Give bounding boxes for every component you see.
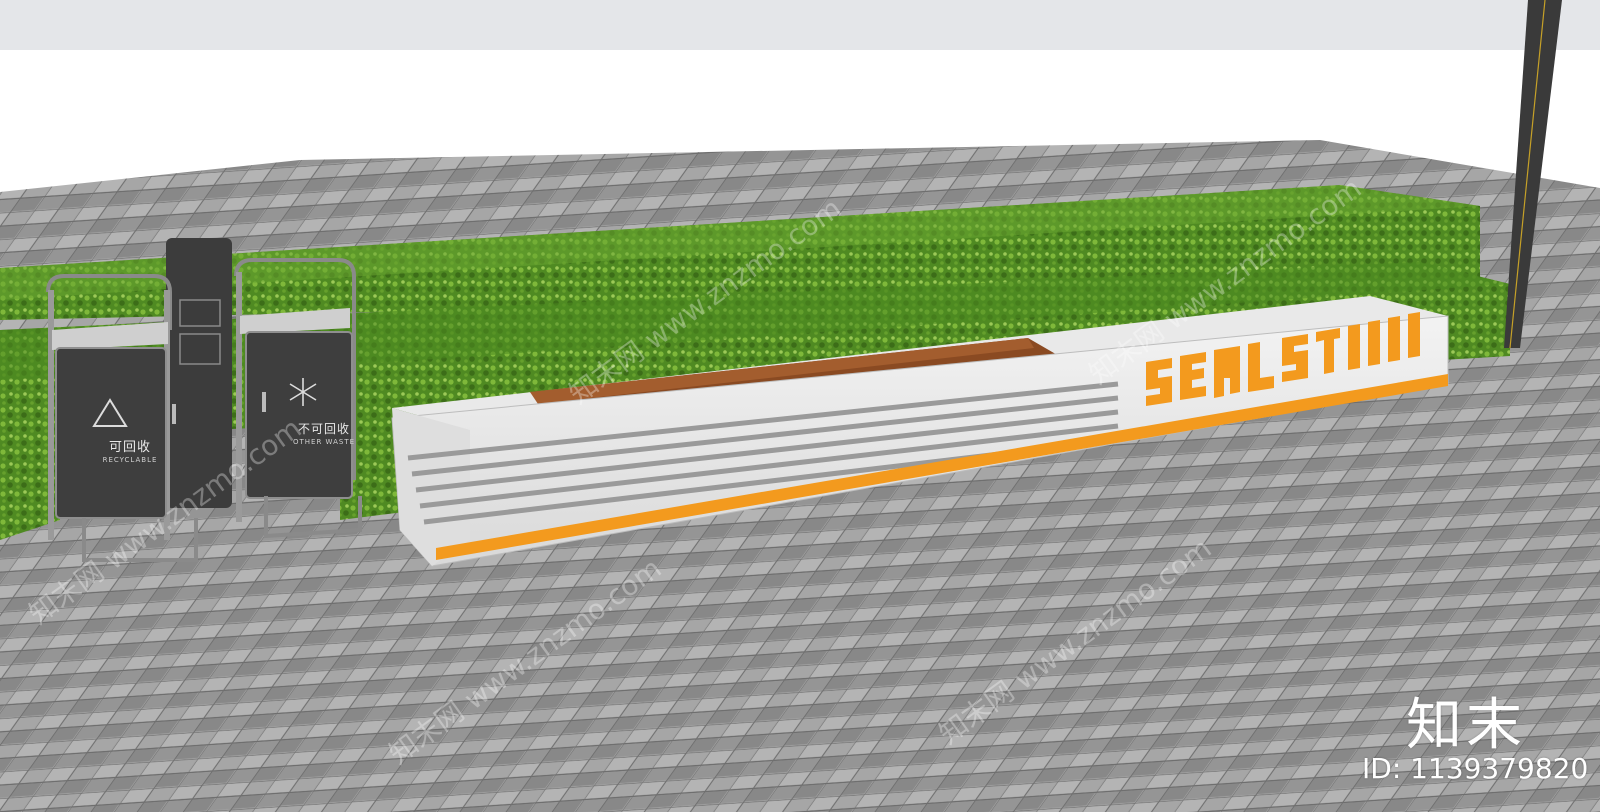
scene-render — [0, 0, 1600, 812]
bin-left-label-en: RECYCLABLE — [102, 456, 158, 464]
watermark-id: ID: 1139379820 — [1362, 752, 1589, 785]
bin-left-label-cn: 可回收 — [108, 440, 151, 455]
watermark-logo: 知末 — [1406, 693, 1526, 758]
sky-band — [0, 0, 1600, 50]
